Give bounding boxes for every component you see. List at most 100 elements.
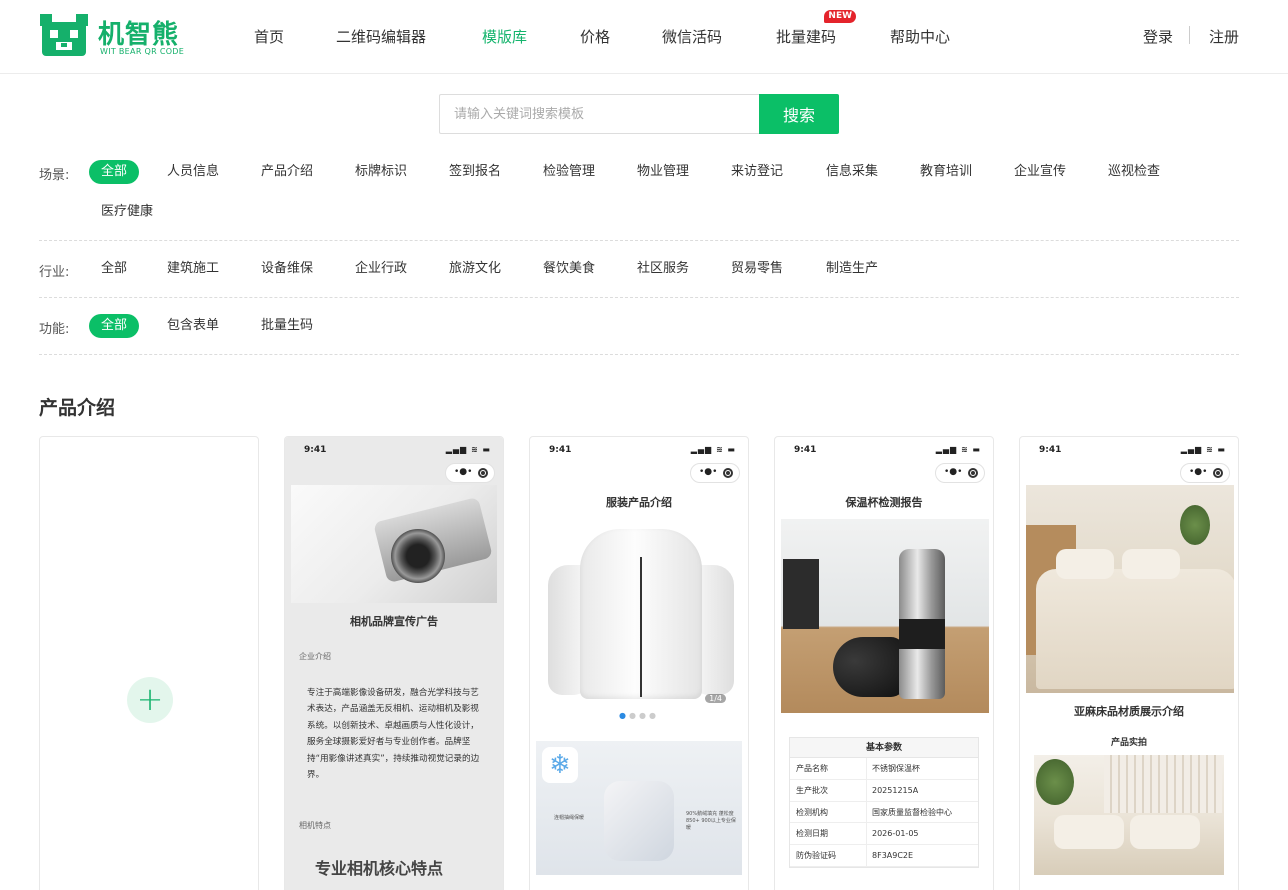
- scene-chip[interactable]: 签到报名: [449, 160, 501, 184]
- image-counter: 1/4: [705, 694, 726, 703]
- create-template-card[interactable]: +: [39, 436, 259, 890]
- more-dots-icon: •●•: [454, 467, 473, 477]
- filter-divider: [39, 354, 1239, 355]
- brand-name: 机智熊: [98, 20, 180, 50]
- nav-wechat-code[interactable]: 微信活码: [662, 26, 722, 47]
- scene-chip[interactable]: 物业管理: [637, 160, 689, 184]
- table-row: 防伪验证码 8F3A9C2E: [790, 845, 978, 867]
- phone-status-bar: 9:41 ▂▄▆ ≋ ▬: [530, 437, 748, 463]
- login-link[interactable]: 登录: [1143, 26, 1173, 47]
- table-key: 产品名称: [796, 764, 828, 773]
- section-label: 相机特点: [299, 821, 331, 830]
- jacket-photo: 1/4: [536, 517, 742, 707]
- pillow-shape: [1054, 815, 1124, 849]
- scene-chip[interactable]: 标牌标识: [355, 160, 407, 184]
- filter-divider: [39, 297, 1239, 298]
- feature-chip[interactable]: 批量生码: [261, 314, 313, 338]
- flask-photo: [781, 519, 989, 713]
- template-title: 服装产品介绍: [606, 496, 672, 509]
- feature-chip[interactable]: 包含表单: [167, 314, 219, 338]
- mini-program-capsule: •●•: [690, 463, 740, 483]
- table-row: 检测日期 2026-01-05: [790, 823, 978, 846]
- table-key: 检测机构: [796, 807, 828, 817]
- plant-shape: [1036, 759, 1074, 805]
- banner-caption: 连帽抽绳保暖: [554, 815, 585, 821]
- column-separator: [866, 801, 867, 823]
- close-target-icon: [968, 468, 978, 478]
- scene-chip[interactable]: 巡视检查: [1108, 160, 1160, 184]
- pillow-shape: [1130, 815, 1200, 849]
- phone-status-bar: 9:41 ▂▄▆ ≋ ▬: [775, 437, 993, 463]
- carousel-dots: ●●●●: [619, 711, 659, 720]
- table-key: 防伪验证码: [796, 851, 836, 861]
- feature-filter-label: 功能:: [39, 322, 70, 337]
- industry-chip[interactable]: 餐饮美食: [543, 257, 595, 281]
- template-card-bedding[interactable]: 9:41 ▂▄▆ ≋ ▬ •●• 亚麻床品材质展示介绍 产品实拍: [1019, 436, 1239, 890]
- scene-chip[interactable]: 产品介绍: [261, 160, 313, 184]
- pillow-shape: [1122, 549, 1180, 579]
- big-heading: 专业相机核心特点: [315, 859, 444, 878]
- template-card-camera[interactable]: 9:41 ▂▄▆ ≋ ▬ •●• 相机品牌宣传广告 企业介绍 专注于高端影像设备…: [284, 436, 504, 890]
- nav-batch-create[interactable]: 批量建码 NEW: [776, 10, 857, 47]
- template-title: 亚麻床品材质展示介绍: [1074, 705, 1184, 718]
- nav-help[interactable]: 帮助中心: [890, 26, 950, 47]
- scene-chip[interactable]: 教育培训: [920, 160, 972, 184]
- industry-chip[interactable]: 社区服务: [637, 257, 689, 281]
- nav-pricing[interactable]: 价格: [580, 26, 610, 47]
- signal-wifi-battery-icon: ▂▄▆ ≋ ▬: [690, 445, 736, 454]
- search-button[interactable]: 搜索: [759, 94, 839, 134]
- column-separator: [866, 845, 867, 866]
- industry-chip[interactable]: 旅游文化: [449, 257, 501, 281]
- feature-chip-all[interactable]: 全部: [89, 314, 140, 338]
- scene-chip[interactable]: 信息采集: [826, 160, 878, 184]
- params-table: 基本参数 产品名称 不锈钢保温杯 生产批次 20251215A 检测机构 国家质量监督…: [789, 737, 979, 868]
- scene-chip-all[interactable]: 全部: [89, 160, 140, 184]
- column-separator: [866, 758, 867, 779]
- nav-templates[interactable]: 模版库: [482, 26, 527, 47]
- status-time: 9:41: [549, 445, 572, 455]
- camera-photo: [291, 485, 497, 603]
- more-dots-icon: •●•: [944, 467, 963, 477]
- industry-chip[interactable]: 企业行政: [355, 257, 407, 281]
- scene-filter-label: 场景:: [39, 168, 70, 183]
- brand-subtitle: WIT BEAR QR CODE: [100, 47, 185, 56]
- table-key: 生产批次: [796, 785, 828, 795]
- industry-chip[interactable]: 建筑施工: [167, 257, 219, 281]
- mini-program-capsule: •●•: [445, 463, 495, 483]
- status-time: 9:41: [794, 445, 817, 455]
- template-title: 相机品牌宣传广告: [350, 615, 438, 628]
- scene-chip[interactable]: 医疗健康: [101, 200, 153, 224]
- industry-chip[interactable]: 制造生产: [826, 257, 878, 281]
- brand-logo[interactable]: 机智熊 WIT BEAR QR CODE: [38, 12, 198, 60]
- register-link[interactable]: 注册: [1209, 26, 1239, 47]
- banner-caption: 90%鹅绒填充 蓬松度850+ 900以上专业保暖: [686, 811, 736, 831]
- template-card-jacket[interactable]: 9:41 ▂▄▆ ≋ ▬ •●• 服装产品介绍 1/4 ●●●● ❄ 连帽抽绳保…: [529, 436, 749, 890]
- plant-shape: [1180, 505, 1210, 545]
- scene-chip[interactable]: 检验管理: [543, 160, 595, 184]
- filter-divider: [39, 240, 1239, 241]
- scene-chip[interactable]: 人员信息: [167, 160, 219, 184]
- phone-status-bar: 9:41 ▂▄▆ ≋ ▬: [1020, 437, 1238, 463]
- snowflake-icon: ❄: [542, 747, 578, 783]
- nav-home[interactable]: 首页: [254, 26, 284, 47]
- nav-batch-create-label: 批量建码: [776, 28, 837, 46]
- table-title: 基本参数: [790, 738, 978, 758]
- industry-chip[interactable]: 贸易零售: [731, 257, 783, 281]
- scene-chip[interactable]: 来访登记: [731, 160, 783, 184]
- search-input[interactable]: [439, 94, 761, 134]
- industry-chip[interactable]: 设备维保: [261, 257, 313, 281]
- close-target-icon: [1213, 468, 1223, 478]
- template-card-flask[interactable]: 9:41 ▂▄▆ ≋ ▬ •●• 保温杯检测报告 基本参数 产品名称 不锈钢保温杯…: [774, 436, 994, 890]
- flask-case: [833, 637, 905, 697]
- auth-divider: [1189, 26, 1190, 44]
- status-time: 9:41: [1039, 445, 1062, 455]
- table-row: 产品名称 不锈钢保温杯: [790, 758, 978, 780]
- curtain-shape: [1104, 755, 1222, 813]
- scene-chip[interactable]: 企业宣传: [1014, 160, 1066, 184]
- industry-chip-all[interactable]: 全部: [101, 257, 127, 281]
- jacket-feature-banner: ❄ 连帽抽绳保暖 90%鹅绒填充 蓬松度850+ 900以上专业保暖: [536, 741, 742, 875]
- phone-status-bar: 9:41 ▂▄▆ ≋ ▬: [285, 437, 503, 463]
- description-text: 专注于高端影像设备研发，融合光学科技与艺术表达，产品涵盖无反相机、运动相机及影视…: [307, 688, 480, 781]
- nav-qr-editor[interactable]: 二维码编辑器: [336, 26, 426, 47]
- template-subtitle: 产品实拍: [1110, 738, 1147, 748]
